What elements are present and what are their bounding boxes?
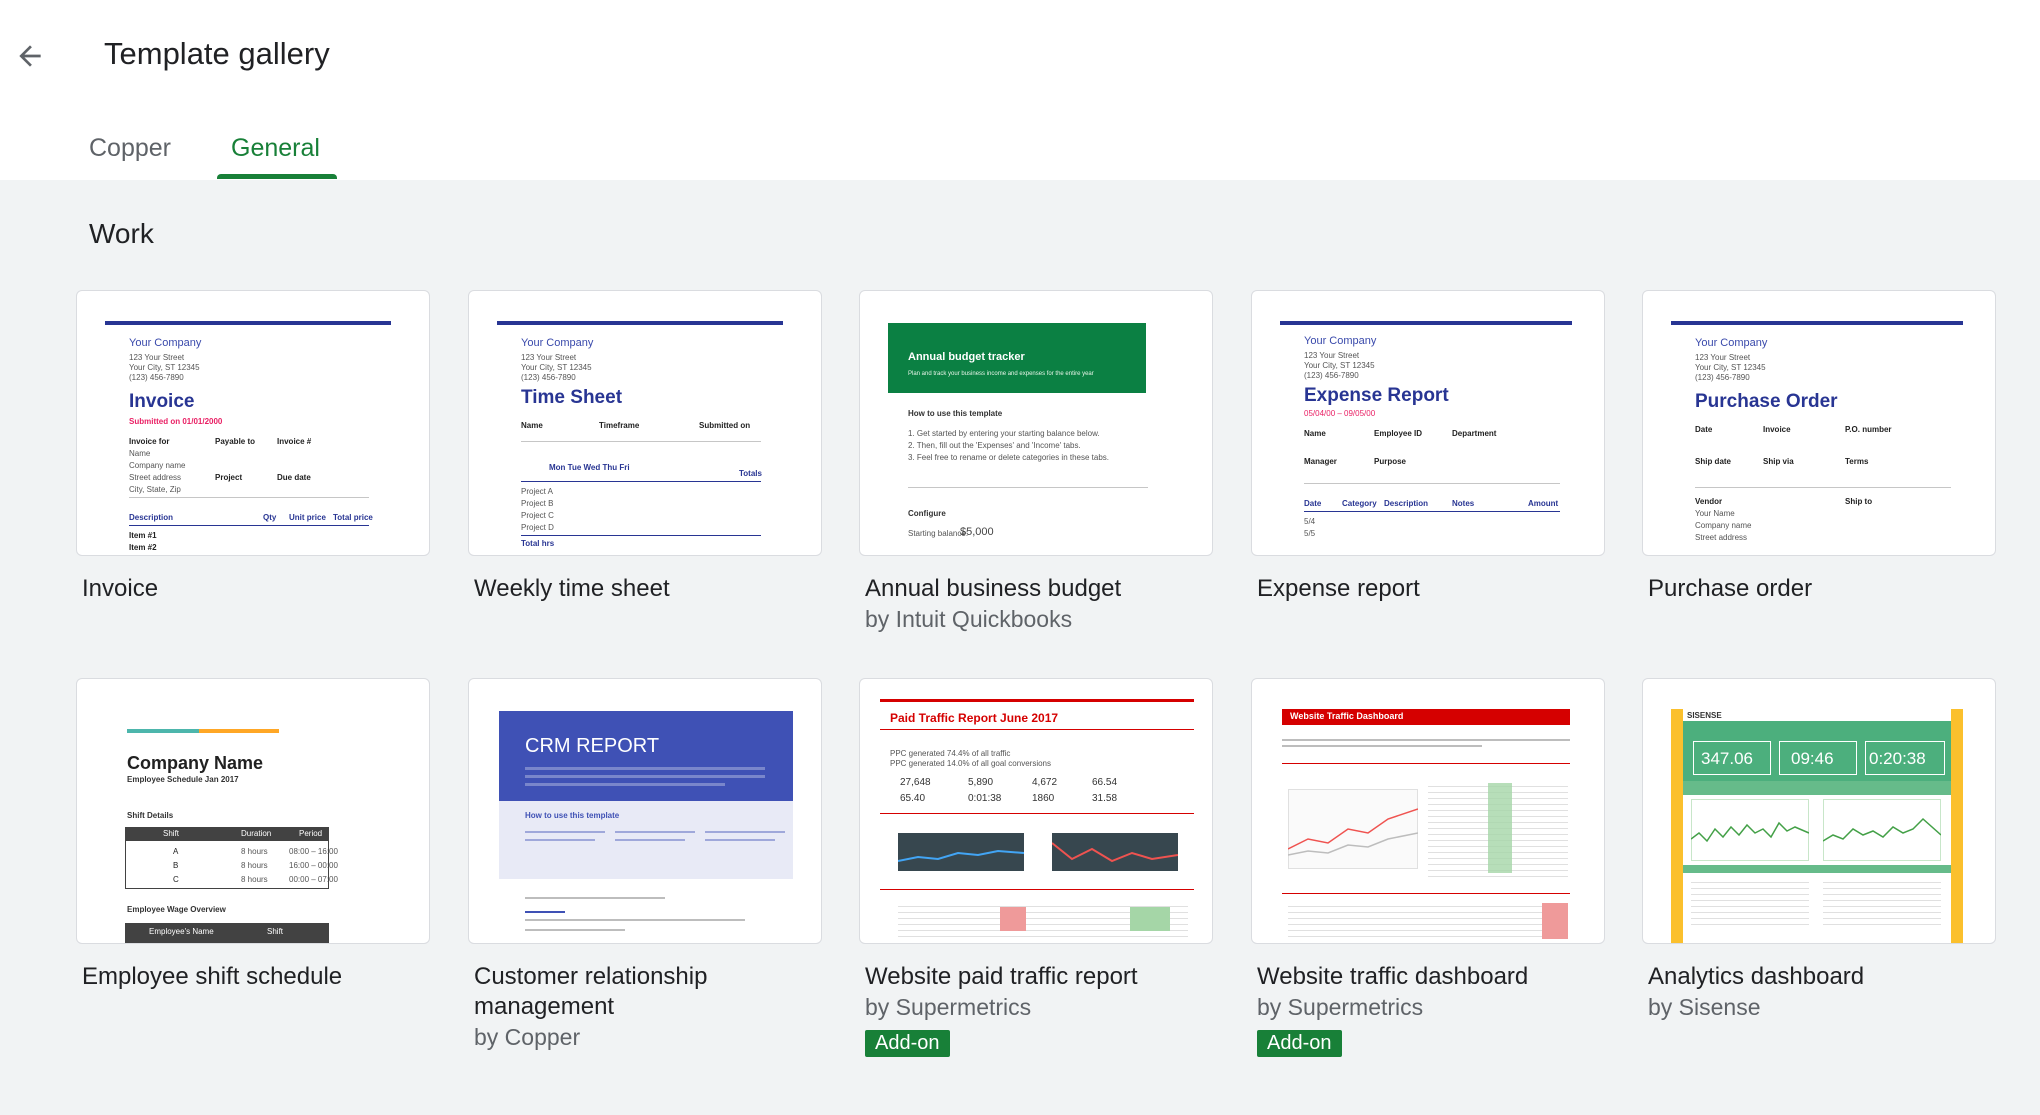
template-thumbnail: Your Company 123 Your Street Your City, … <box>76 290 430 556</box>
header: Template gallery Copper General <box>0 0 2040 180</box>
template-title: Employee shift schedule <box>82 963 343 990</box>
template-author: by Intuit Quickbooks <box>865 606 1073 632</box>
template-card-expense-report[interactable]: Your Company 123 Your Street Your City, … <box>1251 290 1605 604</box>
chart-line-icon <box>1691 821 1809 843</box>
chart-line-icon <box>1052 842 1178 863</box>
banner: Annual budget tracker Plan and track you… <box>888 323 1146 393</box>
template-author: by Supermetrics <box>1257 994 1424 1020</box>
chart-line-icon <box>898 849 1024 862</box>
template-author: by Sisense <box>1648 994 1761 1020</box>
template-thumbnail: Company Name Employee Schedule Jan 2017 … <box>76 678 430 944</box>
template-card-website-paid-traffic-report[interactable]: Paid Traffic Report June 2017 PPC genera… <box>859 678 1213 1057</box>
template-card-annual-business-budget[interactable]: Annual budget tracker Plan and track you… <box>859 290 1213 634</box>
template-title: Customer relationship management <box>474 963 708 1020</box>
chart-line-icon <box>1288 808 1418 856</box>
chart-line-icon <box>1823 817 1941 842</box>
template-card-purchase-order[interactable]: Your Company 123 Your Street Your City, … <box>1642 290 1996 604</box>
addon-badge: Add-on <box>1257 1030 1342 1057</box>
template-title: Website traffic dashboard <box>1257 963 1529 990</box>
template-title: Expense report <box>1257 575 1420 602</box>
section-title-work: Work <box>89 218 154 249</box>
template-card-customer-relationship-management[interactable]: CRM REPORT How to use this template Cust… <box>468 678 822 1052</box>
addon-badge: Add-on <box>865 1030 950 1057</box>
tab-general[interactable]: General <box>231 134 320 163</box>
template-card-weekly-time-sheet[interactable]: Your Company 123 Your Street Your City, … <box>468 290 822 604</box>
template-thumbnail: CRM REPORT How to use this template <box>468 678 822 944</box>
template-author: by Supermetrics <box>865 994 1032 1020</box>
page-title: Template gallery <box>104 36 330 71</box>
template-thumbnail: Website Traffic Dashboard <box>1251 678 1605 944</box>
template-card-analytics-dashboard[interactable]: SISENSE 347.06 09:46 0:20:38 Analytics d… <box>1642 678 1996 1022</box>
arrow-back-icon <box>19 45 41 67</box>
template-title: Website paid traffic report <box>865 963 1138 990</box>
tab-active-indicator <box>217 174 337 179</box>
template-title: Annual business budget <box>865 575 1122 602</box>
template-title: Analytics dashboard <box>1648 963 1865 990</box>
template-author: by Copper <box>474 1024 581 1050</box>
template-thumbnail: Your Company 123 Your Street Your City, … <box>1642 290 1996 556</box>
template-title: Purchase order <box>1648 575 1813 602</box>
template-card-invoice[interactable]: Your Company 123 Your Street Your City, … <box>76 290 430 604</box>
template-card-employee-shift-schedule[interactable]: Company Name Employee Schedule Jan 2017 … <box>76 678 430 992</box>
back-button[interactable] <box>8 34 52 78</box>
template-thumbnail: Paid Traffic Report June 2017 PPC genera… <box>859 678 1213 944</box>
template-thumbnail: SISENSE 347.06 09:46 0:20:38 <box>1642 678 1996 944</box>
template-card-website-traffic-dashboard[interactable]: Website Traffic Dashboard Website traffi… <box>1251 678 1605 1057</box>
template-thumbnail: Your Company 123 Your Street Your City, … <box>468 290 822 556</box>
template-thumbnail: Your Company 123 Your Street Your City, … <box>1251 290 1605 556</box>
template-title: Weekly time sheet <box>474 575 670 602</box>
tab-copper[interactable]: Copper <box>89 134 171 163</box>
template-title: Invoice <box>82 575 159 602</box>
template-thumbnail: Annual budget tracker Plan and track you… <box>859 290 1213 556</box>
